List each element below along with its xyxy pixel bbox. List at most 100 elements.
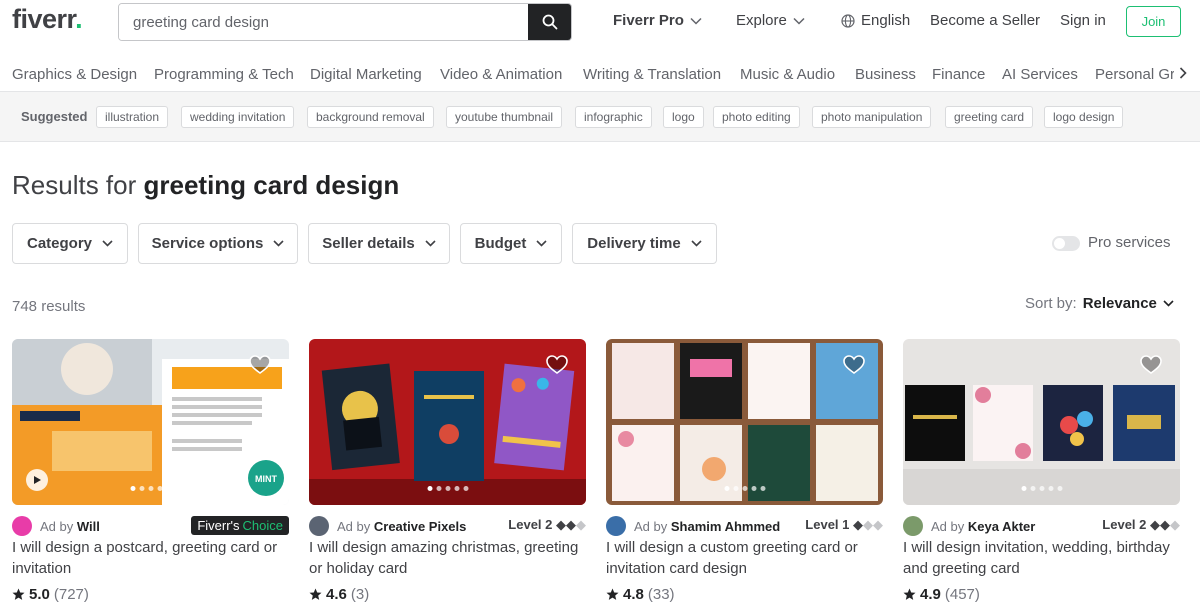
carousel-dots <box>130 486 171 491</box>
gig-thumbnail[interactable]: MINT <box>12 339 289 505</box>
suggested-chip[interactable]: logo design <box>1044 106 1124 128</box>
become-seller-label: Become a Seller <box>930 12 1041 29</box>
filter-budget[interactable]: Budget <box>460 223 562 264</box>
play-video-icon[interactable] <box>26 469 48 491</box>
category-music-audio[interactable]: Music & Audio <box>740 66 835 83</box>
pro-services-toggle[interactable] <box>1052 236 1080 251</box>
category-graphics-design[interactable]: Graphics & Design <box>12 66 137 83</box>
gig-title[interactable]: I will design invitation, wedding, birth… <box>903 537 1180 579</box>
results-heading: Results for greeting card design <box>12 170 399 201</box>
category-programming-tech[interactable]: Programming & Tech <box>154 66 294 83</box>
sign-in-link[interactable]: Sign in <box>1060 12 1106 29</box>
seller-name[interactable]: Shamim Ahmmed <box>671 519 780 534</box>
search-input[interactable] <box>119 4 530 40</box>
logo-text: fiverr <box>12 4 76 34</box>
filter-category[interactable]: Category <box>12 223 128 264</box>
favorite-heart-icon[interactable] <box>249 355 271 380</box>
category-business[interactable]: Business <box>855 66 916 83</box>
category-ai-services[interactable]: AI Services <box>1002 66 1078 83</box>
fiverr-logo[interactable]: fiverr. <box>12 4 83 35</box>
filter-label: Service options <box>151 235 264 252</box>
favorite-heart-icon[interactable] <box>843 355 865 380</box>
rating-value: 4.8 <box>623 586 644 603</box>
fiverrs-choice-badge: Fiverr's Choice <box>191 516 289 535</box>
carousel-dots <box>427 486 468 491</box>
category-writing-translation[interactable]: Writing & Translation <box>583 66 721 83</box>
favorite-heart-icon[interactable] <box>546 355 568 380</box>
suggested-chip[interactable]: infographic <box>575 106 652 128</box>
avatar[interactable] <box>309 516 329 536</box>
category-scroll-right[interactable] <box>1174 64 1192 82</box>
filter-seller-details[interactable]: Seller details <box>308 223 450 264</box>
gig-rating: 4.6 (3) <box>309 586 369 603</box>
suggested-chip[interactable]: photo manipulation <box>812 106 932 128</box>
chevron-down-icon <box>536 240 547 247</box>
filter-service-options[interactable]: Service options <box>138 223 298 264</box>
explore-menu[interactable]: Explore <box>736 12 805 29</box>
category-personal-growth[interactable]: Personal Gr <box>1095 66 1175 83</box>
gig-title[interactable]: I will design a postcard, greeting card … <box>12 537 289 579</box>
chevron-down-icon <box>690 17 702 25</box>
seller-level: Level 2 ◆◆◆ <box>508 517 586 532</box>
gig-image-party-cards <box>903 339 1180 505</box>
gig-thumbnail[interactable] <box>309 339 586 505</box>
favorite-heart-icon[interactable] <box>1140 355 1162 380</box>
gig-title[interactable]: I will design a custom greeting card or … <box>606 537 883 579</box>
seller-name[interactable]: Creative Pixels <box>374 519 467 534</box>
category-finance[interactable]: Finance <box>932 66 985 83</box>
avatar[interactable] <box>12 516 32 536</box>
suggested-chip[interactable]: logo <box>663 106 704 128</box>
rating-value: 4.9 <box>920 586 941 603</box>
suggested-chip[interactable]: youtube thumbnail <box>446 106 563 128</box>
ad-by-text: Ad by Shamim Ahmmed <box>634 518 781 534</box>
category-video-animation[interactable]: Video & Animation <box>440 66 562 83</box>
fiverr-pro-menu[interactable]: Fiverr Pro <box>613 12 702 29</box>
avatar[interactable] <box>903 516 923 536</box>
gig-title[interactable]: I will design amazing christmas, greetin… <box>309 537 586 579</box>
gig-card[interactable]: Ad by Shamim Ahmmed Level 1 ◆◆◆ I will d… <box>606 339 883 613</box>
seller-name[interactable]: Keya Akter <box>968 519 1035 534</box>
suggested-bar: Suggested illustration wedding invitatio… <box>0 92 1200 142</box>
chevron-down-icon <box>425 240 436 247</box>
category-digital-marketing[interactable]: Digital Marketing <box>310 66 422 83</box>
language-label: English <box>861 12 911 29</box>
seller-name[interactable]: Will <box>77 519 100 534</box>
gig-thumbnail[interactable] <box>903 339 1180 505</box>
filter-label: Seller details <box>322 235 415 252</box>
fiverr-pro-label: Fiverr Pro <box>613 12 684 29</box>
sort-dropdown[interactable]: Sort by: Relevance <box>1025 295 1174 312</box>
ad-by-text: Ad by Will <box>40 518 100 534</box>
suggested-chip[interactable]: photo editing <box>713 106 800 128</box>
sign-in-label: Sign in <box>1060 12 1106 29</box>
avatar[interactable] <box>606 516 626 536</box>
language-selector[interactable]: English <box>841 12 910 29</box>
suggested-chip[interactable]: illustration <box>96 106 169 128</box>
chevron-right-icon <box>1179 67 1187 79</box>
star-icon <box>606 588 619 600</box>
ad-by-text: Ad by Keya Akter <box>931 518 1036 534</box>
logo-dot: . <box>75 4 83 34</box>
gig-card[interactable]: MINT Ad by Will Fiverr's Choice I will de… <box>12 339 289 613</box>
filter-label: Budget <box>474 235 527 252</box>
filter-delivery-time[interactable]: Delivery time <box>572 223 717 264</box>
globe-icon <box>841 13 855 28</box>
search-icon <box>542 14 557 30</box>
chevron-down-icon <box>691 240 702 247</box>
gig-rating: 4.9 (457) <box>903 586 980 603</box>
seller-row: Ad by Keya Akter Level 2 ◆◆◆ <box>903 516 1180 536</box>
suggested-chip[interactable]: wedding invitation <box>181 106 295 128</box>
join-button[interactable]: Join <box>1126 6 1181 37</box>
results-count: 748 results <box>12 298 86 315</box>
become-seller-link[interactable]: Become a Seller <box>930 12 1040 29</box>
gig-card[interactable]: Ad by Keya Akter Level 2 ◆◆◆ I will desi… <box>903 339 1180 613</box>
suggested-chip[interactable]: greeting card <box>945 106 1034 128</box>
explore-label: Explore <box>736 12 787 29</box>
review-count: (457) <box>944 586 980 603</box>
chevron-down-icon <box>1163 300 1174 307</box>
suggested-chip[interactable]: background removal <box>307 106 434 128</box>
gig-thumbnail[interactable] <box>606 339 883 505</box>
seller-level: Level 1 ◆◆◆ <box>805 517 883 532</box>
search-button[interactable] <box>528 4 571 40</box>
gig-card[interactable]: Ad by Creative Pixels Level 2 ◆◆◆ I will… <box>309 339 586 613</box>
seller-row: Ad by Will Fiverr's Choice <box>12 516 289 536</box>
